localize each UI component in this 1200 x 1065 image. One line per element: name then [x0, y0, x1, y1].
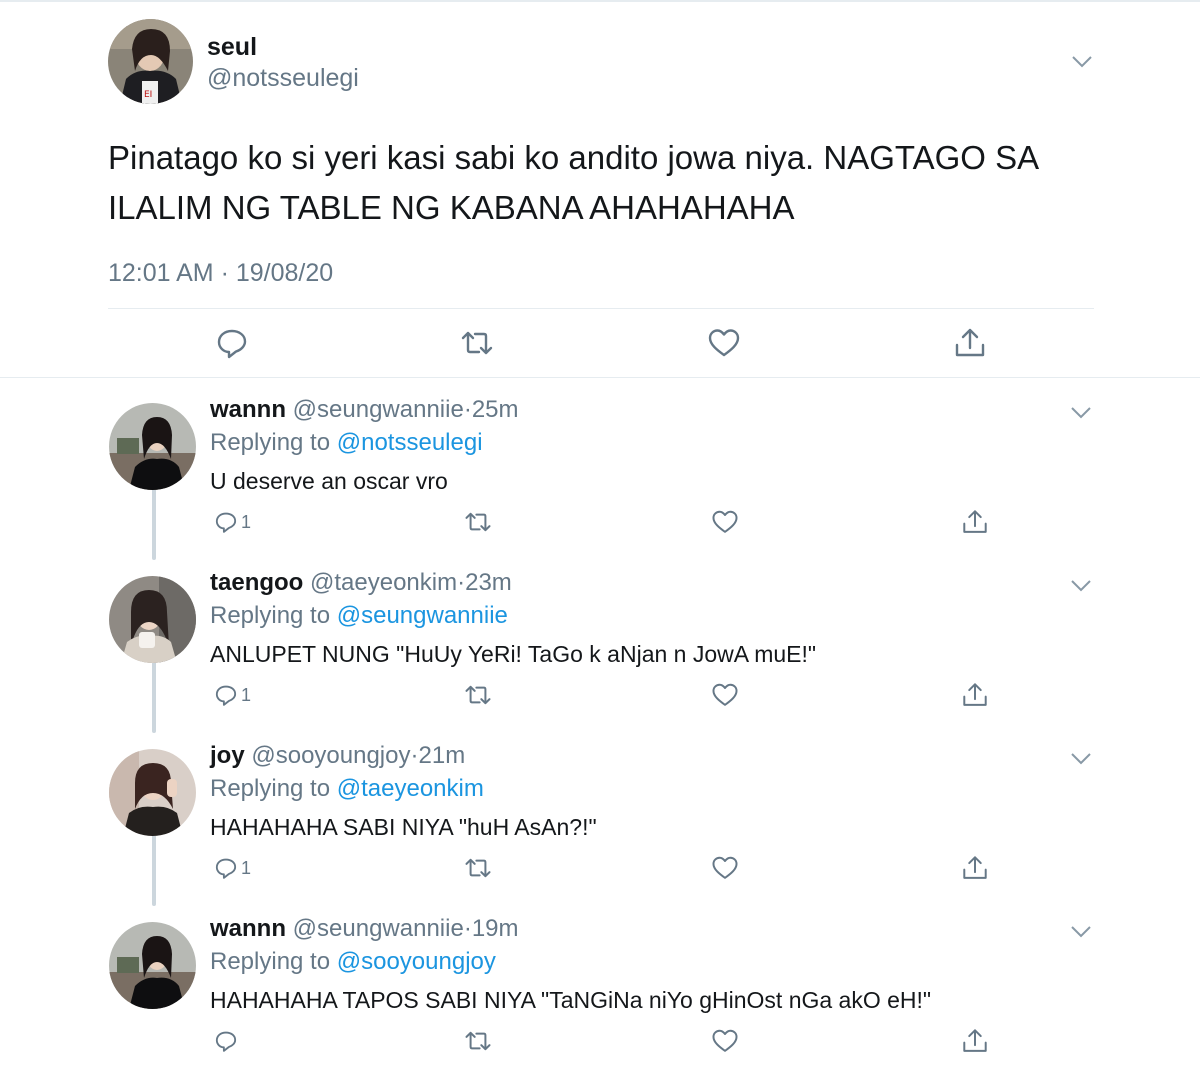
separator: ·	[463, 396, 472, 423]
replying-label: Replying to	[210, 948, 331, 975]
retweet-icon[interactable]	[464, 508, 492, 536]
reply-icon[interactable]	[214, 683, 238, 707]
retweet-icon[interactable]	[464, 1027, 492, 1055]
reply-header: taengoo @taeyeonkim·23m	[210, 569, 512, 597]
author-name[interactable]: taengoo	[210, 569, 303, 596]
share-icon[interactable]	[961, 1027, 989, 1055]
avatar[interactable]	[109, 922, 196, 1009]
reply-tweet[interactable]: taengoo @taeyeonkim·23m Replying to @seu…	[0, 555, 1200, 728]
author-name[interactable]: joy	[210, 742, 245, 769]
chevron-down-icon[interactable]	[1070, 752, 1092, 766]
reply-header: wannn @seungwanniie·19m	[210, 915, 519, 943]
reply-tweet[interactable]: joy @sooyoungjoy·21m Replying to @taeyeo…	[0, 728, 1200, 901]
author-name[interactable]: wannn	[210, 915, 286, 942]
replying-to: Replying to @taeyeonkim	[210, 775, 484, 803]
author-handle[interactable]: @seungwanniie	[293, 915, 464, 942]
reply-icon[interactable]	[215, 326, 249, 360]
separator: ·	[457, 569, 466, 596]
replying-label: Replying to	[210, 775, 331, 802]
reply-tweet[interactable]: wannn @seungwanniie·19m Replying to @soo…	[0, 901, 1200, 1065]
avatar[interactable]	[109, 576, 196, 663]
reply-count: 1	[241, 684, 252, 705]
avatar[interactable]: EI	[108, 19, 193, 104]
reply-button[interactable]	[214, 1027, 241, 1055]
reply-icon[interactable]	[214, 510, 238, 534]
retweet-icon[interactable]	[460, 326, 494, 360]
reply-button[interactable]: 1	[214, 681, 251, 709]
reply-header: wannn @seungwanniie·25m	[210, 396, 519, 424]
tweet-time[interactable]: 19m	[472, 915, 519, 942]
replying-label: Replying to	[210, 429, 331, 456]
divider	[108, 308, 1094, 309]
share-icon[interactable]	[961, 854, 989, 882]
svg-text:EI: EI	[144, 90, 152, 100]
author-handle[interactable]: @taeyeonkim	[310, 569, 457, 596]
reply-header: joy @sooyoungjoy·21m	[210, 742, 465, 770]
tweet-time[interactable]: 21m	[419, 742, 466, 769]
tweet-text: U deserve an oscar vro	[210, 468, 448, 494]
replying-to-link[interactable]: @seungwanniie	[337, 602, 508, 629]
divider	[0, 377, 1200, 378]
reply-count: 1	[241, 511, 252, 532]
chevron-down-icon[interactable]	[1070, 406, 1092, 420]
retweet-icon[interactable]	[464, 681, 492, 709]
tweet-text: HAHAHAHA TAPOS SABI NIYA "TaNGiNa niYo g…	[210, 987, 932, 1013]
tweet-time[interactable]: 25m	[472, 396, 519, 423]
reply-button[interactable]: 1	[214, 854, 251, 882]
reply-count: 1	[241, 857, 252, 878]
replying-to: Replying to @sooyoungjoy	[210, 948, 496, 976]
reply-icon[interactable]	[214, 856, 238, 880]
tweet-text: HAHAHAHA SABI NIYA "huH AsAn?!"	[210, 814, 597, 840]
main-tweet: EI seul @notsseulegi Pinatago ko si yeri…	[0, 0, 1200, 378]
author-handle[interactable]: @sooyoungjoy	[251, 742, 410, 769]
tweet-timestamp[interactable]: 12:01 AM · 19/08/20	[108, 259, 333, 288]
author-handle[interactable]: @notsseulegi	[207, 64, 359, 93]
avatar[interactable]	[109, 403, 196, 490]
reply-tweet[interactable]: wannn @seungwanniie·25m Replying to @not…	[0, 382, 1200, 555]
avatar[interactable]	[109, 749, 196, 836]
author-name[interactable]: wannn	[210, 396, 286, 423]
like-icon[interactable]	[711, 508, 739, 536]
tweet-time[interactable]: 23m	[465, 569, 512, 596]
chevron-down-icon[interactable]	[1070, 925, 1092, 939]
reply-button[interactable]: 1	[214, 508, 251, 536]
author-handle[interactable]: @seungwanniie	[293, 396, 464, 423]
chevron-down-icon[interactable]	[1071, 55, 1093, 69]
separator: ·	[463, 915, 472, 942]
replying-to-link[interactable]: @notsseulegi	[337, 429, 483, 456]
chevron-down-icon[interactable]	[1070, 579, 1092, 593]
share-icon[interactable]	[961, 508, 989, 536]
separator: ·	[410, 742, 419, 769]
like-icon[interactable]	[711, 681, 739, 709]
replying-to: Replying to @seungwanniie	[210, 602, 508, 630]
share-icon[interactable]	[961, 681, 989, 709]
author-name[interactable]: seul	[207, 33, 257, 62]
retweet-icon[interactable]	[464, 854, 492, 882]
tweet-text: Pinatago ko si yeri kasi sabi ko andito …	[108, 139, 1038, 226]
reply-icon[interactable]	[214, 1029, 238, 1053]
like-icon[interactable]	[711, 854, 739, 882]
like-icon[interactable]	[707, 326, 741, 360]
tweet-text: ANLUPET NUNG "HuUy YeRi! TaGo k aNjan n …	[210, 641, 817, 667]
like-icon[interactable]	[711, 1027, 739, 1055]
replying-to: Replying to @notsseulegi	[210, 429, 483, 457]
replying-to-link[interactable]: @taeyeonkim	[337, 775, 484, 802]
share-icon[interactable]	[953, 326, 987, 360]
replying-label: Replying to	[210, 602, 331, 629]
replying-to-link[interactable]: @sooyoungjoy	[337, 948, 496, 975]
